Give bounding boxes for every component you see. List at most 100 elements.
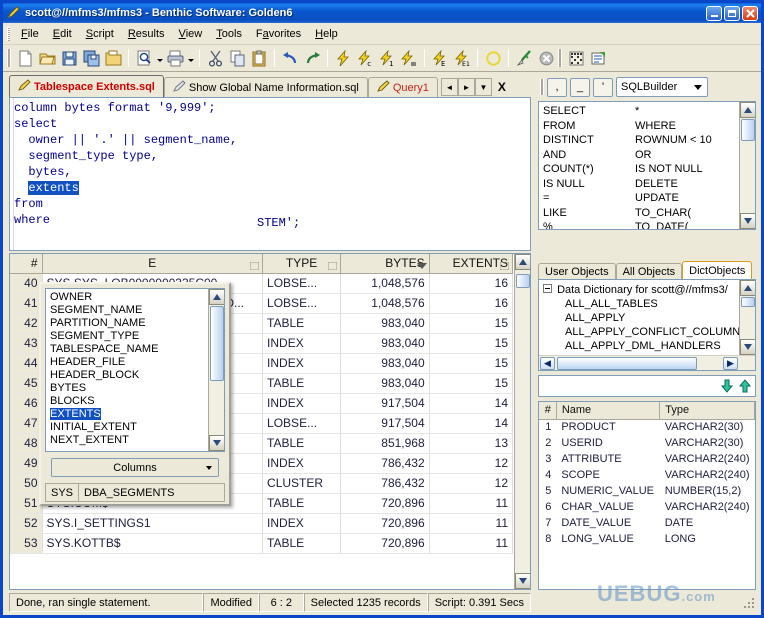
toolbar-grip-2[interactable] [558,49,562,67]
list-item[interactable]: 3 ATTRIBUTE VARCHAR2(240) [539,451,755,467]
col-header-bytes[interactable]: BYTES [340,254,430,274]
scroll-thumb[interactable] [741,297,755,307]
dictionary-tree[interactable]: Data Dictionary for scott@//mfms3/ ALL_A… [538,279,756,371]
object-filter-bar[interactable] [538,375,756,397]
list-item[interactable]: BYTES [46,382,207,395]
list-item[interactable]: 6 CHAR_VALUE VARCHAR2(240) [539,499,755,515]
resize-grip[interactable] [740,594,756,610]
col-header-extents[interactable]: EXTENTS [429,254,513,274]
tree-item[interactable]: ALL_APPLY [543,311,738,325]
tree-vertical-scrollbar[interactable] [739,280,755,355]
sql-builder-combo[interactable]: SQLBuilder [616,77,708,97]
list-item[interactable]: SEGMENT_NAME [46,304,207,317]
keyword-item[interactable]: = [543,191,594,206]
tab-tablespace-extents[interactable]: Tablespace Extents.sql [9,75,164,97]
tab-dict-objects[interactable]: DictObjects [682,261,753,280]
col-header-type[interactable]: Type [659,402,755,420]
tree-item[interactable]: ALL_APPLY_DML_HANDLERS [543,339,738,353]
list-item-selected[interactable]: EXTENTS [46,408,207,421]
clean-icon[interactable] [513,47,535,69]
arrow-up-icon[interactable] [737,378,753,394]
open-recent-icon[interactable] [102,47,124,69]
keyword-item[interactable]: UPDATE [635,191,712,206]
list-item[interactable]: 5 NUMERIC_VALUE NUMBER(15,2) [539,483,755,499]
scroll-left-button[interactable]: ◀ [540,357,555,370]
scroll-thumb[interactable] [210,306,224,381]
list-item[interactable]: 8 LONG_VALUE LONG [539,531,755,547]
autocomplete-list[interactable]: OWNER SEGMENT_NAME PARTITION_NAME SEGMEN… [45,288,225,452]
list-item[interactable]: HEADER_FILE [46,356,207,369]
arrow-down-icon[interactable] [719,378,735,394]
tab-prev-button[interactable]: ◄ [440,78,458,96]
print-preview-dropdown-arrow[interactable] [155,47,164,69]
keyword-item[interactable]: % [543,220,594,229]
col-header-index[interactable]: # [539,402,557,420]
scroll-thumb[interactable] [516,274,530,288]
stop-icon[interactable] [535,47,557,69]
tab-query1[interactable]: Query1 [367,77,438,97]
minimize-button[interactable] [706,5,722,21]
grid-options-icon[interactable] [565,47,587,69]
undo-icon[interactable] [279,47,301,69]
tab-user-objects[interactable]: User Objects [538,263,616,280]
tab-close-button[interactable]: X [492,78,512,96]
keyword-item[interactable]: SELECT [543,104,594,119]
print-dropdown-arrow[interactable] [186,47,195,69]
save-icon[interactable] [58,47,80,69]
keyword-item[interactable]: TO_DATE( [635,220,712,229]
scroll-up-button[interactable] [740,280,755,296]
keyword-item[interactable]: FROM [543,119,594,134]
menu-file[interactable]: File [14,25,46,43]
list-item[interactable]: 7 DATE_VALUE DATE [539,515,755,531]
insert-comma-button[interactable]: , [547,77,567,97]
cut-icon[interactable] [204,47,226,69]
list-item[interactable]: SEGMENT_TYPE [46,330,207,343]
keyword-item[interactable]: DELETE [635,177,712,192]
commit-icon[interactable] [482,47,504,69]
tab-all-objects[interactable]: All Objects [615,263,683,280]
list-item[interactable]: INITIAL_EXTENT [46,421,207,434]
explain-icon[interactable]: E [429,47,451,69]
insert-underscore-button[interactable]: _ [570,77,590,97]
execute-icon[interactable] [332,47,354,69]
tab-list-button[interactable]: ▼ [474,78,492,96]
menu-view[interactable]: View [172,25,210,43]
scroll-up-button[interactable] [209,289,224,305]
tab-show-global-name[interactable]: Show Global Name Information.sql [163,77,368,97]
maximize-button[interactable] [724,5,740,21]
keyword-item[interactable]: OR [635,148,712,163]
col-header-name[interactable]: E [42,254,264,274]
scroll-up-button[interactable] [740,102,755,118]
keyword-item[interactable]: DISTINCT [543,133,594,148]
menu-grip[interactable] [7,26,10,41]
table-row[interactable]: 52 SYS.I_SETTINGS1 INDEX 720,896 11 [10,513,513,534]
scroll-up-button[interactable] [515,254,530,270]
sql-keyword-panel[interactable]: SELECT FROM DISTINCT AND COUNT(*) IS NUL… [538,101,756,230]
keyword-item[interactable]: IS NOT NULL [635,162,712,177]
menu-results[interactable]: Results [121,25,172,43]
keyword-item[interactable]: COUNT(*) [543,162,594,177]
keyword-item[interactable]: IS NULL [543,177,594,192]
col-header-name[interactable]: Name [556,402,661,420]
list-item[interactable]: 1 PRODUCT VARCHAR2(30) [539,419,755,435]
copy-icon[interactable] [226,47,248,69]
redo-icon[interactable] [301,47,323,69]
list-item[interactable]: BLOCKS [46,395,207,408]
tree-item[interactable]: ALL_APPLY_CONFLICT_COLUMN [543,325,740,339]
autocomplete-popup[interactable]: OWNER SEGMENT_NAME PARTITION_NAME SEGMEN… [39,282,231,506]
col-header-type[interactable]: TYPE [262,254,342,274]
tree-root-row[interactable]: Data Dictionary for scott@//mfms3/ [543,283,738,297]
properties-icon[interactable] [587,47,609,69]
list-item[interactable]: HEADER_BLOCK [46,369,207,382]
list-item[interactable]: TABLESPACE_NAME [46,343,207,356]
keyword-item[interactable]: * [635,104,712,119]
keyword-item[interactable]: TO_CHAR( [635,206,712,221]
scroll-down-button[interactable] [209,435,224,451]
tree-item[interactable]: ALL_ALL_TABLES [543,297,738,311]
list-item[interactable]: OWNER [46,291,207,304]
grid-vertical-scrollbar[interactable] [514,254,530,589]
keyword-item[interactable]: ROWNUM < 10 [635,133,712,148]
scroll-thumb[interactable] [557,357,697,370]
tree-horizontal-scrollbar[interactable]: ◀ ▶ [539,355,755,370]
table-row[interactable]: 53 SYS.KOTTB$ TABLE 720,896 11 [10,533,513,554]
